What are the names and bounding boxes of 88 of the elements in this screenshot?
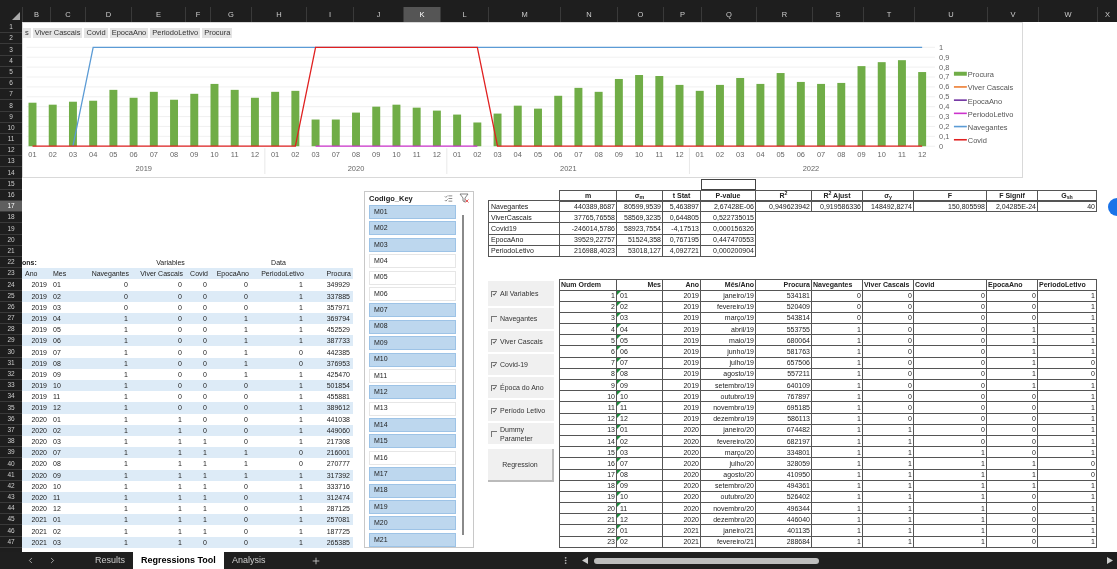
error-indicator-icon <box>617 469 621 474</box>
chart-bar <box>331 119 340 147</box>
chart-bar <box>837 82 846 147</box>
chart-bar <box>28 102 37 147</box>
error-indicator-icon <box>617 480 621 485</box>
chart-bar <box>230 89 239 147</box>
chart-bar <box>574 87 583 147</box>
error-indicator-icon <box>617 346 621 351</box>
chart-bar <box>513 105 522 147</box>
chart-bar <box>695 90 704 147</box>
select-all-icon[interactable] <box>12 12 20 20</box>
add-sheet-icon[interactable] <box>311 555 322 566</box>
sheet-tab[interactable]: Regressions Tool <box>133 552 224 569</box>
chart-bar <box>493 113 502 147</box>
error-indicator-icon <box>617 491 621 496</box>
chart-bar <box>554 95 563 147</box>
error-indicator-icon <box>617 536 621 541</box>
chart-bar <box>756 83 765 147</box>
error-indicator-icon <box>617 312 621 317</box>
chart-bar <box>473 122 482 147</box>
error-indicator-icon <box>617 402 621 407</box>
clear-filter-icon[interactable] <box>459 193 469 204</box>
chart-bar <box>291 90 300 147</box>
chart-bar <box>635 75 644 147</box>
chart-bar <box>149 91 158 147</box>
scrollbar-thumb[interactable] <box>594 557 820 564</box>
chart-bar <box>796 81 805 147</box>
chart-bar <box>89 100 98 147</box>
checkbox[interactable] <box>491 290 497 297</box>
error-indicator-icon <box>617 503 621 508</box>
slicer-scrollbar[interactable] <box>462 215 464 535</box>
error-indicator-icon <box>617 301 621 306</box>
error-indicator-icon <box>617 525 621 530</box>
error-indicator-icon <box>617 447 621 452</box>
scroll-right-icon[interactable] <box>1107 557 1113 564</box>
chart-bar <box>736 78 745 147</box>
chart-bar <box>392 104 401 147</box>
checkbox[interactable] <box>491 384 497 391</box>
next-sheet-icon[interactable] <box>48 556 57 565</box>
chart-bar <box>412 107 421 147</box>
legend-swatch <box>953 112 967 115</box>
error-indicator-icon <box>617 458 621 463</box>
checkbox[interactable] <box>491 338 497 345</box>
error-indicator-icon <box>617 391 621 396</box>
chart-bar <box>594 91 603 147</box>
error-indicator-icon <box>617 335 621 340</box>
sheet-tab[interactable]: Results <box>87 552 133 569</box>
chart-bar <box>109 89 118 147</box>
chart-bar <box>311 119 320 147</box>
chart-bar <box>129 97 138 147</box>
chart-bar <box>372 106 381 147</box>
chart-bar <box>534 108 542 147</box>
sheet-tab[interactable]: Analysis <box>223 552 274 569</box>
chart-bar <box>432 110 441 147</box>
checkbox[interactable] <box>491 315 497 322</box>
previous-sheet-icon[interactable] <box>26 556 35 565</box>
chart-bar <box>190 93 199 147</box>
multi-select-icon[interactable] <box>444 193 453 203</box>
error-indicator-icon <box>617 424 621 429</box>
chart-bar <box>352 112 360 147</box>
error-indicator-icon <box>617 413 621 418</box>
legend-swatch <box>953 125 967 128</box>
chart-bar <box>170 99 178 147</box>
chart-bar <box>655 76 664 147</box>
error-indicator-icon <box>617 324 621 329</box>
chart-bar <box>48 104 57 147</box>
cell-outline <box>701 178 756 190</box>
chart-bar <box>68 101 77 147</box>
checkbox[interactable] <box>491 430 497 437</box>
chart-bar <box>453 114 462 147</box>
error-indicator-icon <box>617 514 621 519</box>
error-indicator-icon <box>617 380 621 384</box>
chart-bar <box>271 91 280 147</box>
error-indicator-icon <box>617 357 621 362</box>
chart-bar <box>614 78 623 147</box>
checkbox[interactable] <box>491 407 497 414</box>
legend-swatch <box>953 138 967 141</box>
chart-bar <box>716 84 724 147</box>
chart-bar <box>250 97 259 147</box>
error-indicator-icon <box>617 368 621 373</box>
chart-bar <box>675 84 684 147</box>
error-indicator-icon <box>617 435 621 440</box>
chart-bar <box>210 83 219 147</box>
chart-bar <box>817 83 826 147</box>
checkbox[interactable] <box>491 361 497 368</box>
legend-swatch <box>953 71 967 76</box>
error-indicator-icon <box>617 290 621 295</box>
scroll-left-icon[interactable] <box>582 557 589 564</box>
